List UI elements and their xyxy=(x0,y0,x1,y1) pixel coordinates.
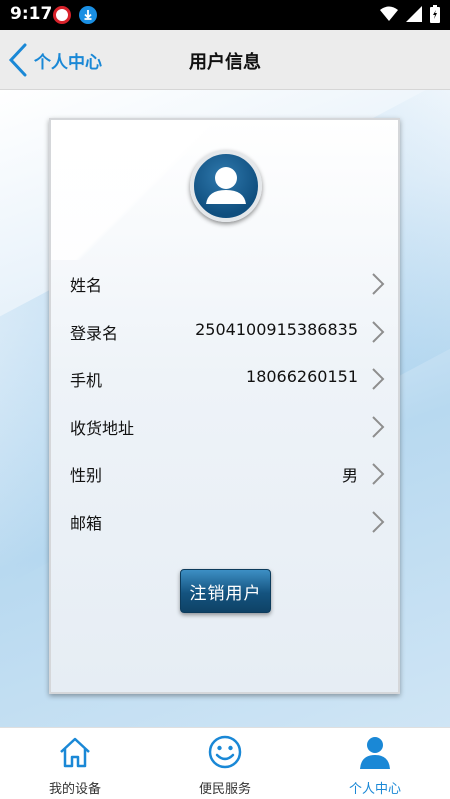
row-address[interactable]: 收货地址 xyxy=(51,403,398,451)
person-icon xyxy=(360,737,390,769)
notification-app-icon xyxy=(53,6,71,24)
row-phone[interactable]: 手机 18066260151 xyxy=(51,355,398,403)
row-value: 18066260151 xyxy=(246,367,358,386)
tab-label: 个人中心 xyxy=(348,782,401,797)
row-label: 手机 xyxy=(70,371,103,390)
chevron-right-icon xyxy=(372,463,385,485)
tab-label: 我的设备 xyxy=(48,782,101,797)
smiley-icon xyxy=(208,735,242,769)
row-email[interactable]: 邮箱 xyxy=(51,498,398,546)
row-value: 男 xyxy=(341,466,358,485)
chevron-right-icon xyxy=(372,273,385,295)
row-label: 邮箱 xyxy=(70,513,103,533)
row-login-name[interactable]: 登录名 2504100915386835 xyxy=(51,308,398,356)
profile-rows: 姓名 登录名 2504100915386835 手机 18066260151 收… xyxy=(51,260,398,546)
user-info-card: 姓名 登录名 2504100915386835 手机 18066260151 收… xyxy=(49,118,400,694)
status-time: 9:17 xyxy=(10,4,53,24)
tab-my-devices[interactable]: 我的设备 xyxy=(0,728,150,799)
signal-icon xyxy=(406,6,422,22)
status-bar: 9:17 xyxy=(0,0,450,30)
chevron-right-icon xyxy=(372,415,385,438)
bottom-tabbar: 我的设备 便民服务 个人中心 xyxy=(0,727,450,799)
row-name[interactable]: 姓名 xyxy=(51,260,398,308)
logout-button[interactable]: 注销用户 xyxy=(180,569,271,613)
row-label: 姓名 xyxy=(70,276,103,295)
battery-icon xyxy=(430,5,440,23)
wifi-icon xyxy=(380,6,398,21)
chevron-right-icon xyxy=(372,510,385,533)
chevron-right-icon xyxy=(372,320,385,343)
row-label: 收货地址 xyxy=(70,418,135,438)
row-gender[interactable]: 性别 男 xyxy=(51,450,398,498)
main-content: 姓名 登录名 2504100915386835 手机 18066260151 收… xyxy=(0,90,450,727)
chevron-right-icon xyxy=(372,368,385,390)
row-label: 登录名 xyxy=(70,323,119,343)
tab-services[interactable]: 便民服务 xyxy=(150,728,300,799)
tab-personal-center[interactable]: 个人中心 xyxy=(300,728,450,799)
tab-label: 便民服务 xyxy=(198,782,251,797)
page-title: 用户信息 xyxy=(189,52,261,73)
row-value: 2504100915386835 xyxy=(195,319,358,339)
header: 个人中心 用户信息 xyxy=(0,30,450,90)
download-icon xyxy=(79,6,97,24)
user-avatar-icon xyxy=(190,150,262,222)
home-icon xyxy=(60,737,90,768)
row-label: 性别 xyxy=(70,466,103,485)
